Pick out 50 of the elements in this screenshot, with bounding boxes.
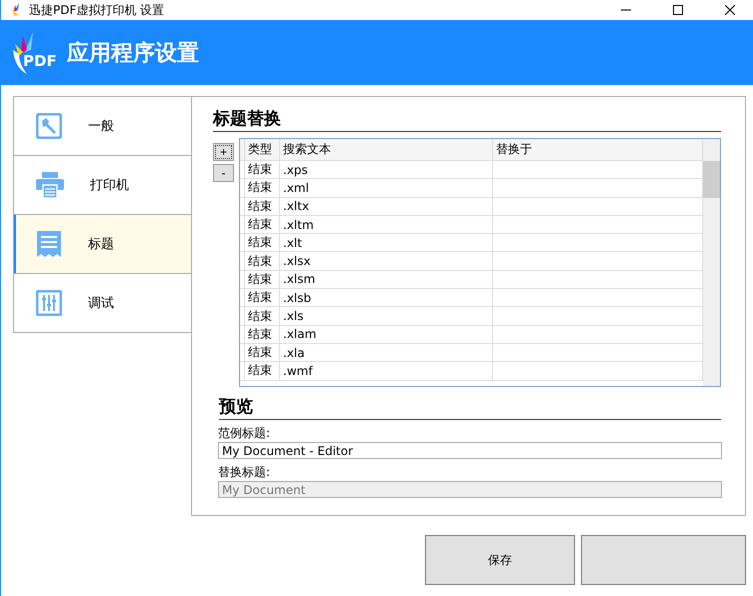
table-cell: .xltx bbox=[280, 198, 493, 215]
table-cell: .xps bbox=[280, 161, 493, 178]
table-cell: .wmf bbox=[280, 362, 493, 380]
field-label: 替换标题: bbox=[218, 464, 272, 481]
header-title: 应用程序设置 bbox=[67, 40, 199, 68]
table-cell: .xml bbox=[280, 179, 493, 197]
preview-title: 预览 bbox=[219, 395, 721, 420]
pdf-logo: PDF bbox=[11, 30, 57, 76]
table-cell: 结束 bbox=[245, 252, 280, 270]
title-field[interactable]: My Document - Editor bbox=[218, 442, 722, 459]
section-title: 标题替换 bbox=[213, 107, 721, 132]
add-button[interactable]: + bbox=[213, 143, 234, 161]
wrench-icon bbox=[36, 113, 62, 139]
printer-icon bbox=[36, 171, 64, 199]
sidebar-label: 调试 bbox=[88, 295, 114, 312]
scrollbar[interactable] bbox=[703, 139, 720, 386]
table-cell: 结束 bbox=[245, 216, 280, 234]
sidebar-label: 打印机 bbox=[90, 177, 129, 194]
sidebar-label: 一般 bbox=[88, 118, 114, 135]
table-cell: .xls bbox=[280, 307, 493, 325]
remove-button[interactable]: - bbox=[213, 164, 234, 182]
save-button[interactable]: 保存 bbox=[425, 535, 575, 585]
table-cell: 结束 bbox=[245, 289, 280, 306]
table-cell: .xlam bbox=[280, 326, 493, 343]
sliders-icon bbox=[36, 290, 62, 316]
sidebar-item[interactable]: 标题 bbox=[14, 215, 191, 274]
table-cell: .xlsm bbox=[280, 270, 493, 288]
table-cell: .xltm bbox=[280, 216, 493, 234]
column-header[interactable]: 类型 bbox=[245, 139, 280, 160]
table-cell: 结束 bbox=[245, 344, 280, 362]
receipt-icon bbox=[36, 230, 62, 258]
table-cell: 结束 bbox=[245, 234, 280, 252]
table-cell: 结束 bbox=[245, 179, 280, 197]
table-cell: 结束 bbox=[245, 161, 280, 178]
column-header[interactable]: 搜索文本 bbox=[280, 139, 493, 160]
maximize-icon bbox=[673, 5, 683, 15]
close-icon bbox=[725, 5, 735, 15]
table-cell: 结束 bbox=[245, 307, 280, 325]
dialog-button[interactable] bbox=[581, 535, 746, 585]
table-cell: 结束 bbox=[245, 270, 280, 288]
table-cell: 结束 bbox=[245, 326, 280, 343]
table-cell: .xlsx bbox=[280, 252, 493, 270]
window-title: 迅捷PDF虚拟打印机 设置 bbox=[29, 2, 166, 18]
table-cell: .xla bbox=[280, 344, 493, 362]
table-cell: 结束 bbox=[245, 362, 280, 380]
field-label: 范例标题: bbox=[218, 425, 272, 442]
table-cell: .xlt bbox=[280, 234, 493, 252]
sidebar-label: 标题 bbox=[88, 236, 114, 253]
table-cell: .xlsb bbox=[280, 289, 493, 306]
table-cell: 结束 bbox=[245, 198, 280, 215]
